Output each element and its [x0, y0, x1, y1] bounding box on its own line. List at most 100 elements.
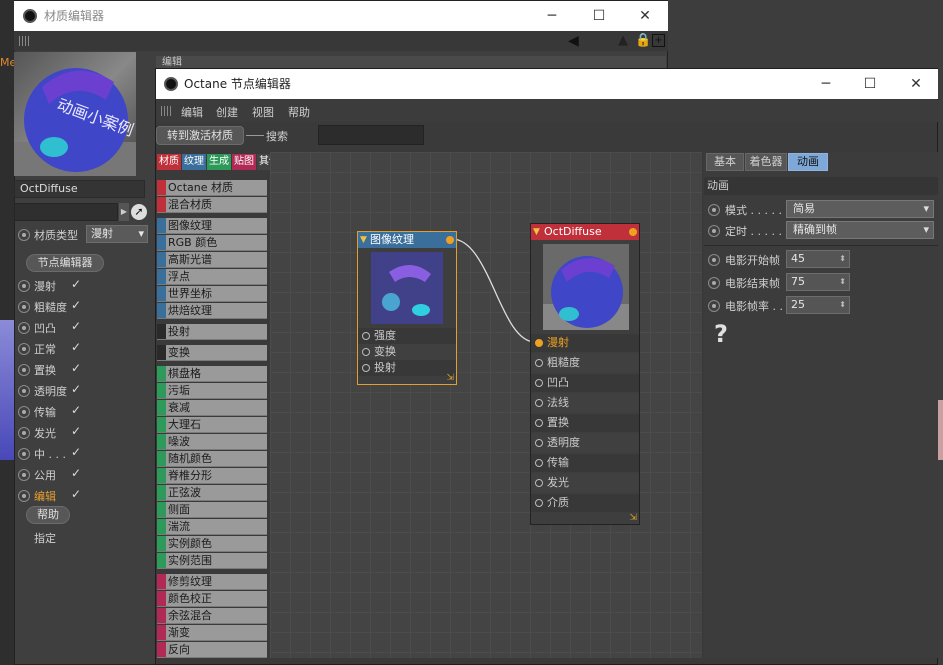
- menu-create[interactable]: 创建: [216, 104, 238, 120]
- library-item[interactable]: 烘焙纹理: [157, 303, 267, 319]
- library-item[interactable]: 高斯光谱: [157, 252, 267, 268]
- library-item[interactable]: 反向: [157, 642, 267, 658]
- library-item[interactable]: 浮点: [157, 269, 267, 285]
- start-frame-radio[interactable]: [708, 254, 720, 266]
- input-row[interactable]: 传输: [531, 454, 639, 472]
- input-row[interactable]: 凹凸: [531, 374, 639, 392]
- category-tab[interactable]: 纹理: [182, 154, 206, 170]
- input-port[interactable]: [535, 419, 543, 427]
- channel-radio[interactable]: [18, 448, 30, 460]
- library-item[interactable]: 衰减: [157, 400, 267, 416]
- library-item[interactable]: 实例颜色: [157, 536, 267, 552]
- checkmark-icon[interactable]: ✓: [71, 466, 81, 480]
- triangle-icon[interactable]: ▲: [618, 33, 628, 48]
- menu-help[interactable]: 帮助: [288, 104, 310, 120]
- input-port[interactable]: [535, 479, 543, 487]
- category-tab[interactable]: 贴图: [232, 154, 256, 170]
- category-tab[interactable]: 生成: [207, 154, 231, 170]
- input-row[interactable]: 透明度: [531, 434, 639, 452]
- input-row[interactable]: 介质: [531, 494, 639, 512]
- library-item[interactable]: 污垢: [157, 383, 267, 399]
- library-item[interactable]: Octane 材质: [157, 180, 267, 196]
- input-row[interactable]: 粗糙度: [531, 354, 639, 372]
- arrow-left-icon[interactable]: ◀: [568, 33, 579, 49]
- mode-radio[interactable]: [708, 204, 720, 216]
- library-item[interactable]: 实例范围: [157, 553, 267, 569]
- checkmark-icon[interactable]: ✓: [71, 487, 81, 501]
- channel-radio[interactable]: [18, 343, 30, 355]
- library-item[interactable]: 随机颜色: [157, 451, 267, 467]
- channel-radio[interactable]: [18, 469, 30, 481]
- channel-radio[interactable]: [18, 427, 30, 439]
- image-texture-node[interactable]: ▼ 图像纹理 强度 变换 投射 ⇲: [357, 231, 457, 385]
- octdiffuse-node-header[interactable]: ▼ OctDiffuse: [531, 224, 639, 240]
- input-port[interactable]: [535, 499, 543, 507]
- library-item[interactable]: 大理石: [157, 417, 267, 433]
- library-item[interactable]: 变换: [157, 345, 267, 361]
- library-item[interactable]: 修剪纹理: [157, 574, 267, 590]
- close-button[interactable]: ✕: [633, 5, 657, 27]
- channel-radio[interactable]: [18, 322, 30, 334]
- menu-view[interactable]: 视图: [252, 104, 274, 120]
- input-row[interactable]: 发光: [531, 474, 639, 492]
- channel-radio[interactable]: [18, 385, 30, 397]
- help-button[interactable]: 帮助: [26, 506, 70, 524]
- goto-active-material-button[interactable]: 转到激活材质: [156, 126, 244, 145]
- channel-radio[interactable]: [18, 301, 30, 313]
- library-item[interactable]: 渐变: [157, 625, 267, 641]
- library-item[interactable]: 侧面: [157, 502, 267, 518]
- collapse-triangle-icon[interactable]: ▼: [360, 232, 367, 248]
- checkmark-icon[interactable]: ✓: [71, 277, 81, 291]
- input-port[interactable]: [535, 459, 543, 467]
- search-input[interactable]: [318, 125, 424, 145]
- tab-animation[interactable]: 动画: [788, 153, 828, 171]
- input-port[interactable]: [362, 332, 370, 340]
- library-item[interactable]: 棋盘格: [157, 366, 267, 382]
- input-port[interactable]: [535, 379, 543, 387]
- checkmark-icon[interactable]: ✓: [71, 298, 81, 312]
- material-search-field[interactable]: [14, 203, 118, 221]
- library-item[interactable]: 颜色校正: [157, 591, 267, 607]
- frame-rate-input[interactable]: 25: [786, 296, 850, 314]
- octdiffuse-node[interactable]: ▼ OctDiffuse 漫射 粗糙度 凹凸 法线 置换 透明度 传输 发光 介质 ⇲: [530, 223, 640, 525]
- input-row[interactable]: 置换: [531, 414, 639, 432]
- output-port[interactable]: [446, 236, 454, 244]
- mode-dropdown[interactable]: 简易: [786, 200, 934, 218]
- channel-radio[interactable]: [18, 406, 30, 418]
- image-node-header[interactable]: ▼ 图像纹理: [358, 232, 456, 248]
- channel-radio[interactable]: [18, 490, 30, 502]
- add-icon[interactable]: +: [652, 34, 665, 47]
- tab-shader[interactable]: 着色器: [745, 153, 787, 171]
- input-port[interactable]: [535, 339, 543, 347]
- collapse-triangle-icon[interactable]: ▼: [533, 224, 540, 240]
- material-type-radio[interactable]: [18, 229, 30, 241]
- checkmark-icon[interactable]: ✓: [71, 403, 81, 417]
- input-row[interactable]: 法线: [531, 394, 639, 412]
- material-name-field[interactable]: OctDiffuse: [14, 180, 145, 198]
- output-port[interactable]: [629, 228, 637, 236]
- library-item[interactable]: 湍流: [157, 519, 267, 535]
- library-item[interactable]: 世界坐标: [157, 286, 267, 302]
- library-item[interactable]: 投射: [157, 324, 267, 340]
- resize-handle-icon[interactable]: ⇲: [446, 373, 454, 383]
- minimize-button[interactable]: ─: [540, 5, 564, 27]
- input-row[interactable]: 变换: [358, 344, 456, 360]
- frame-rate-radio[interactable]: [708, 300, 720, 312]
- input-row[interactable]: 投射: [358, 360, 456, 376]
- input-row[interactable]: 强度: [358, 328, 456, 344]
- timing-dropdown[interactable]: 精确到帧: [786, 221, 934, 239]
- pick-cursor-icon[interactable]: ➚: [131, 204, 147, 220]
- input-port[interactable]: [362, 348, 370, 356]
- tab-basic[interactable]: 基本: [706, 153, 744, 171]
- end-frame-input[interactable]: 75: [786, 273, 850, 291]
- checkmark-icon[interactable]: ✓: [71, 361, 81, 375]
- input-port[interactable]: [535, 399, 543, 407]
- input-row[interactable]: 漫射: [531, 334, 639, 352]
- menu-edit[interactable]: 编辑: [181, 104, 203, 120]
- library-item[interactable]: 脊椎分形: [157, 468, 267, 484]
- node-editor-button[interactable]: 节点编辑器: [26, 254, 104, 272]
- category-tab[interactable]: 材质: [157, 154, 181, 170]
- expand-arrow-icon[interactable]: ▶: [119, 203, 129, 221]
- library-item[interactable]: RGB 颜色: [157, 235, 267, 251]
- channel-radio[interactable]: [18, 364, 30, 376]
